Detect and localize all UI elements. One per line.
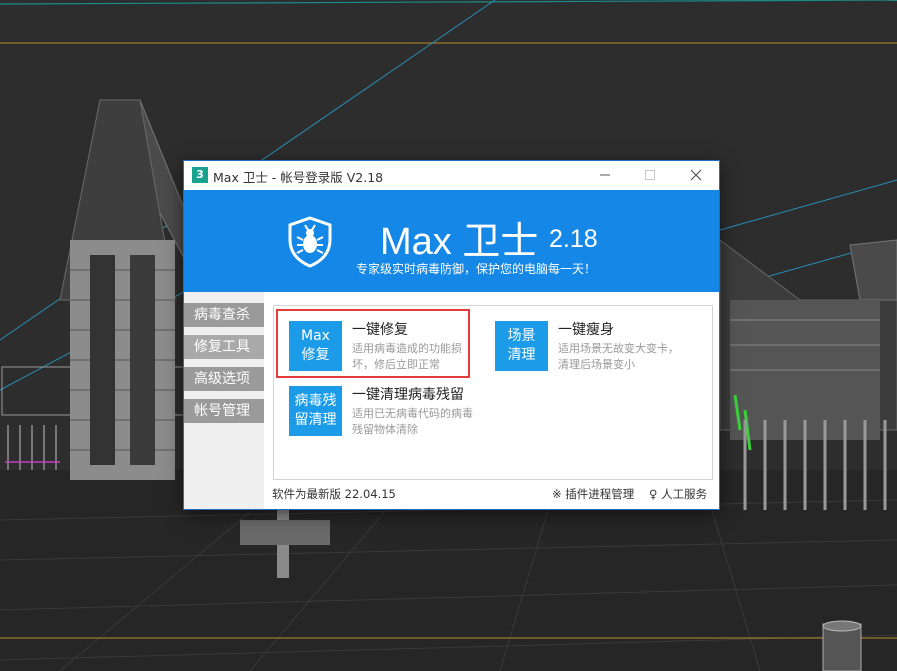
sidebar-item-account-management[interactable]: 帐号管理: [184, 399, 264, 423]
one-click-slim-title[interactable]: 一键瘦身: [558, 319, 614, 339]
shield-bug-icon: [288, 216, 332, 268]
badge-line: 清理: [507, 347, 536, 363]
badge-line: 修复: [301, 347, 330, 363]
version-status: 软件为最新版 22.04.15: [272, 487, 396, 501]
one-click-repair-title[interactable]: 一键修复: [352, 319, 408, 339]
maximize-button[interactable]: [627, 161, 673, 189]
sidebar-item-advanced-options[interactable]: 高级选项: [184, 367, 264, 391]
badge-line: 场景: [507, 328, 536, 344]
app-slogan: 专家级实时病毒防御，保护您的电脑每一天！: [356, 262, 597, 276]
one-click-slim-desc: 适用场景无故变大变卡，清理后场景变小: [558, 342, 679, 371]
max-repair-badge-button[interactable]: Max 修复: [289, 321, 342, 371]
repair-tools-panel: Max 修复 一键修复 适用病毒造成的功能损坏，修后立即正常 场景 清理 一键瘦…: [273, 305, 713, 480]
minimize-icon: [600, 174, 610, 176]
minimize-button[interactable]: [582, 161, 628, 189]
app-brand-title: Max 卫士: [380, 221, 539, 263]
close-icon: [690, 169, 702, 181]
plugin-process-link[interactable]: ※ 插件进程管理: [552, 486, 634, 502]
window-title: Max 卫士 - 帐号登录版 V2.18: [213, 170, 384, 185]
clean-virus-residue-title[interactable]: 一键清理病毒残留: [352, 384, 464, 404]
maximize-icon: [645, 170, 655, 180]
badge-line: Max: [301, 328, 330, 344]
one-click-repair-desc: 适用病毒造成的功能损坏，修后立即正常: [352, 342, 462, 371]
virus-residue-badge-button[interactable]: 病毒残 留清理: [289, 386, 342, 436]
human-service-link[interactable]: ♀ 人工服务: [649, 486, 707, 502]
header-banner: Max 卫士 2.18 专家级实时病毒防御，保护您的电脑每一天！: [184, 190, 719, 292]
scene-cleanup-badge-button[interactable]: 场景 清理: [495, 321, 548, 371]
badge-line: 留清理: [294, 412, 337, 428]
app-icon: 3: [192, 167, 208, 183]
sidebar: 病毒查杀 修复工具 高级选项 帐号管理: [184, 292, 264, 509]
sidebar-item-repair-tools[interactable]: 修复工具: [184, 335, 264, 359]
max-guard-window: 3 Max 卫士 - 帐号登录版 V2.18 Max 卫士 2.18 专家级实时…: [184, 161, 719, 509]
app-version: 2.18: [549, 225, 598, 253]
close-button[interactable]: [673, 161, 719, 189]
title-bar[interactable]: 3 Max 卫士 - 帐号登录版 V2.18: [184, 161, 719, 189]
clean-virus-residue-desc: 适用已无病毒代码的病毒残留物体清除: [352, 407, 473, 436]
sidebar-item-virus-scan[interactable]: 病毒查杀: [184, 303, 264, 327]
badge-line: 病毒残: [294, 393, 337, 409]
